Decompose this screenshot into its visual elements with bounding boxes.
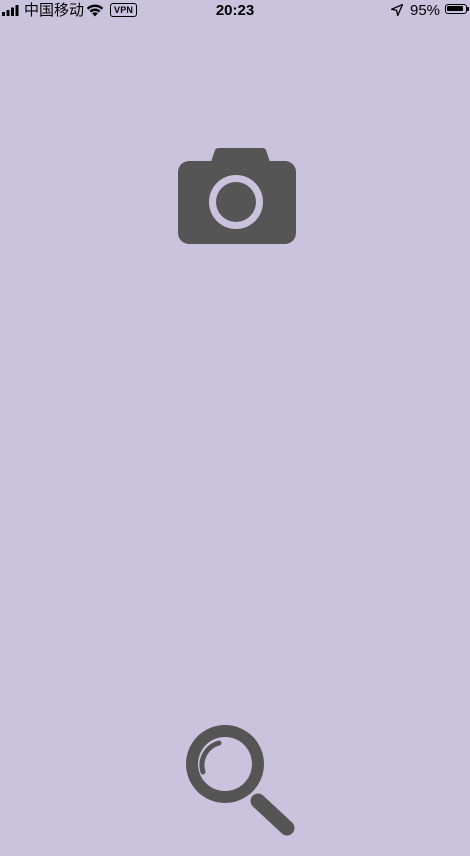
camera-icon xyxy=(178,148,296,244)
battery-fill xyxy=(447,6,464,11)
search-icon xyxy=(186,725,295,836)
camera-button[interactable] xyxy=(178,148,296,244)
battery-percent: 95% xyxy=(410,2,441,19)
search-button[interactable] xyxy=(178,716,296,836)
battery-icon xyxy=(445,4,467,14)
location-arrow-icon xyxy=(391,4,403,16)
status-bar: 中国移动 VPN 20:23 95% xyxy=(0,0,470,22)
battery-tip xyxy=(467,7,469,11)
